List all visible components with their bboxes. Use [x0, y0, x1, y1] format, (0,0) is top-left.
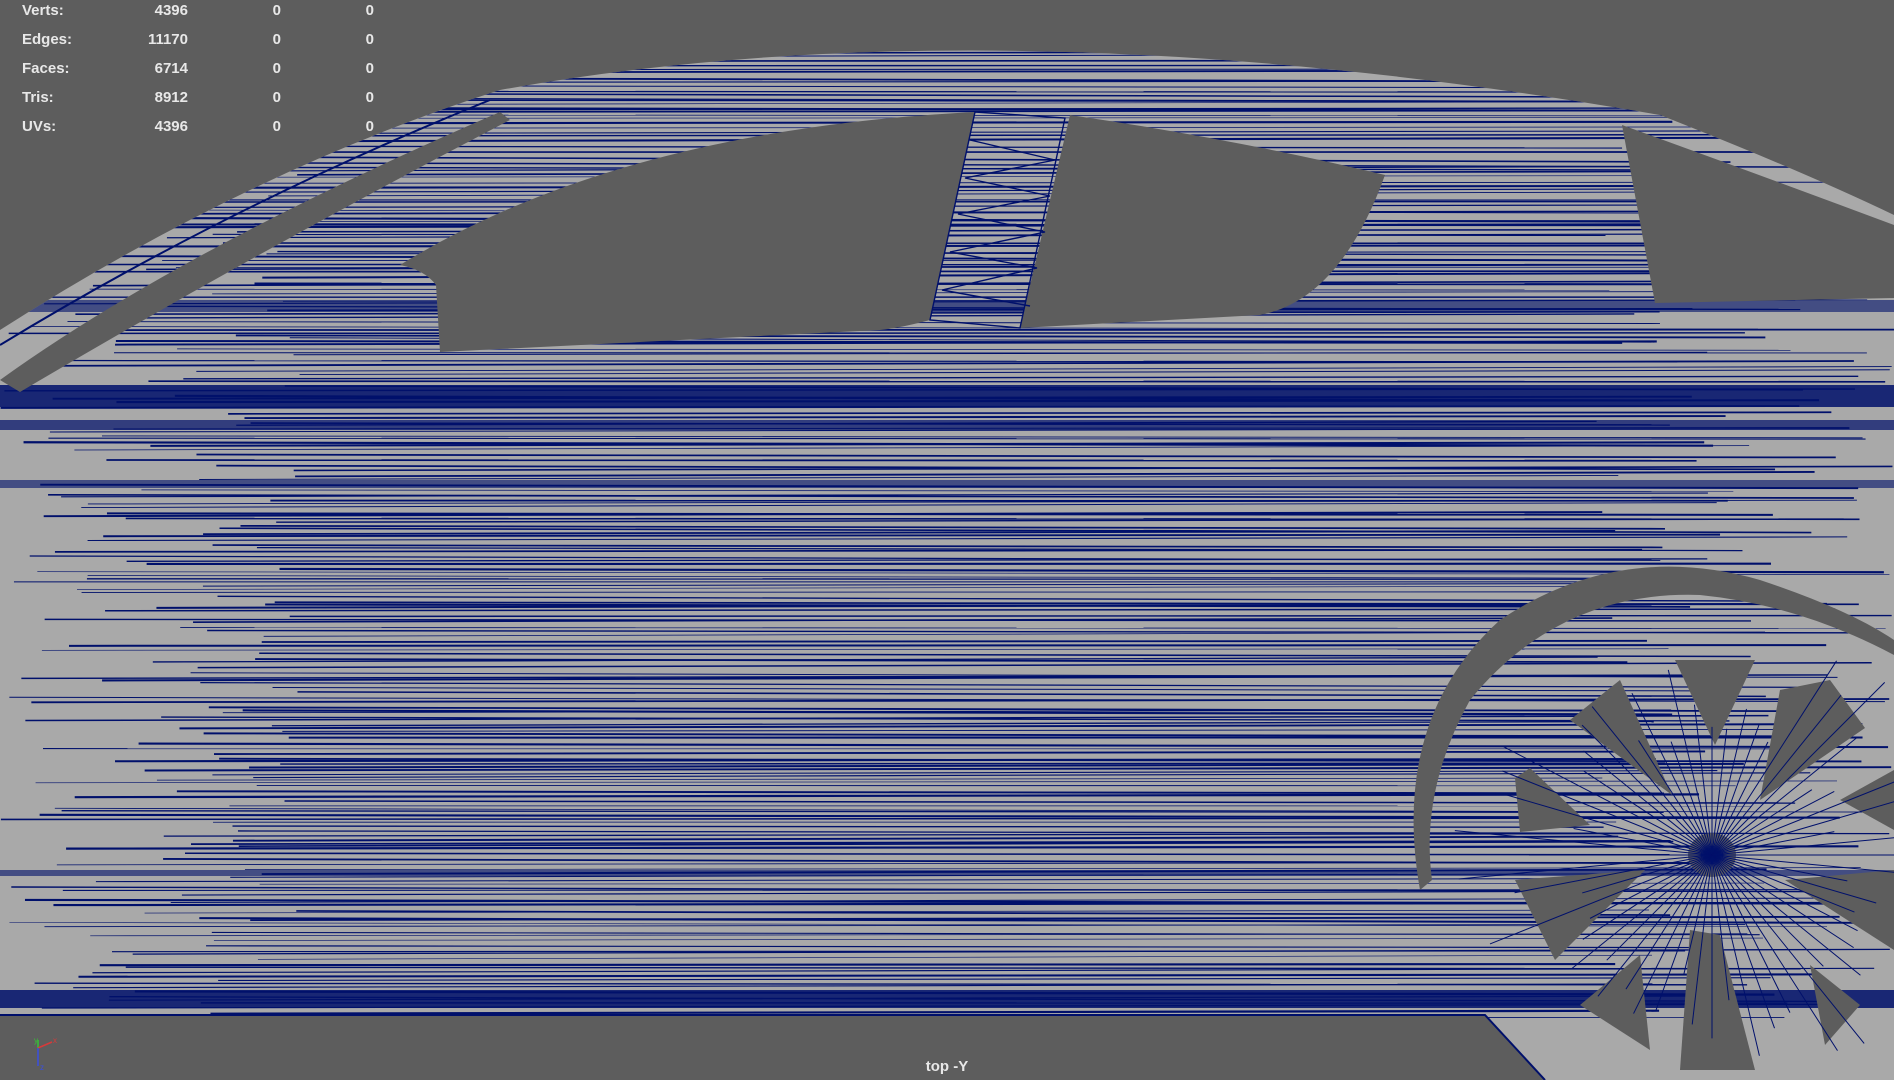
hud-value-component: 0 [365, 118, 374, 135]
wire-edge [106, 459, 1697, 462]
hud-label: UVs: [22, 118, 57, 135]
wire-edge [251, 68, 1759, 71]
hud-value-total: 8912 [154, 89, 188, 106]
wire-edge [289, 614, 1892, 618]
wire-edge [152, 24, 1871, 28]
wire-edge [8, 332, 1745, 335]
wire-edge [261, 639, 1647, 643]
hud-value-component: 0 [365, 2, 374, 19]
hud-value-component: 0 [365, 60, 374, 77]
hud-label: Faces: [22, 60, 70, 77]
wire-edge [148, 380, 1886, 383]
wire-edge [222, 69, 1855, 74]
hud-value-selected: 0 [272, 2, 281, 19]
hud-value-total: 4396 [154, 118, 188, 135]
hud-value-total: 6714 [154, 60, 188, 77]
hud-value-selected: 0 [272, 118, 281, 135]
axis-y-label: y [34, 1036, 38, 1045]
poly-count-hud: Verts: 4396 0 0 Edges: 11170 0 0 Faces: … [0, 0, 390, 140]
axis-x-label: x [53, 1036, 57, 1045]
viewport-panel[interactable]: Verts: 4396 0 0 Edges: 11170 0 0 Faces: … [0, 0, 1894, 1080]
hud-label: Verts: [22, 2, 64, 19]
hud-value-selected: 0 [272, 60, 281, 77]
hud-value-total: 11170 [147, 31, 188, 48]
camera-label: top -Y [925, 1058, 969, 1075]
quarter-window [1622, 125, 1894, 303]
hud-value-selected: 0 [272, 89, 281, 106]
hud-value-selected: 0 [272, 31, 281, 48]
car-mesh-wireframe[interactable] [0, 0, 1894, 1080]
hud-value-total: 4396 [154, 2, 188, 19]
hud-label: Tris: [22, 89, 54, 106]
wire-edge [286, 64, 1797, 67]
wire-edge [99, 963, 1616, 967]
hud-value-component: 0 [365, 31, 374, 48]
wire-edge [68, 644, 1827, 647]
hud-label: Edges: [22, 31, 73, 48]
wire-edge [81, 591, 1606, 593]
hud-value-component: 0 [365, 89, 374, 106]
wire-edge [202, 39, 1810, 42]
